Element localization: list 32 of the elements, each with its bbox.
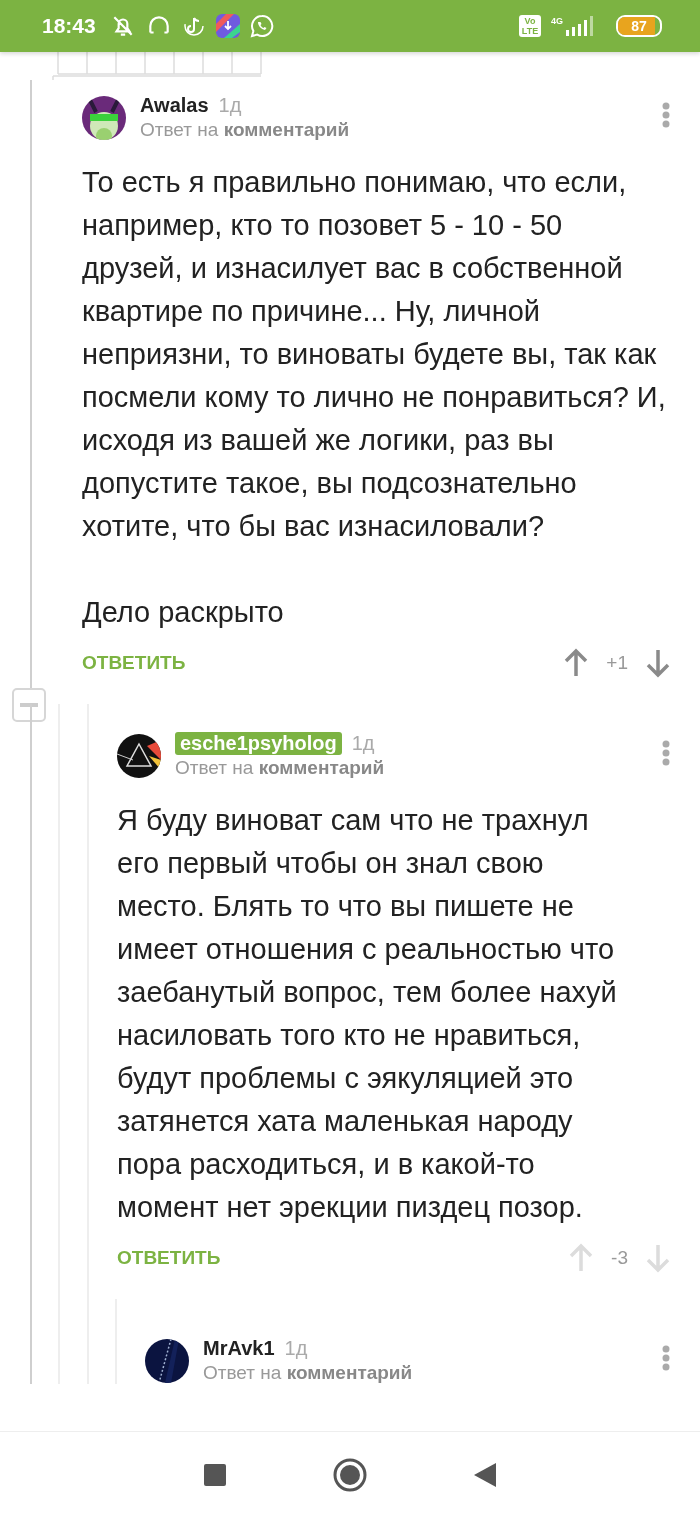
volte-indicator: Vo LTE xyxy=(519,15,541,37)
reply-button[interactable]: ОТВЕТИТЬ xyxy=(82,652,186,674)
reply-button[interactable]: ОТВЕТИТЬ xyxy=(117,1247,221,1269)
comment-time: 1д xyxy=(284,1337,308,1360)
comment-text: Я буду виноват сам что не трахнул его первый чтобы он знал свою место. Блять то что вы пишете не имеет отношения с реальностью что заебанутый вопрос, тем более нахуй насиловать того кто не нравиться, будут проблемы с эякуляцией это затянется хата маленькая народу пора расходиться, и в какой-то момент нет эрекции пиздец позор. xyxy=(117,803,617,1225)
more-options-icon[interactable] xyxy=(662,1345,670,1371)
more-options-icon[interactable] xyxy=(662,102,670,128)
comment-time: 1д xyxy=(218,94,242,117)
downvote-icon[interactable] xyxy=(646,648,670,678)
home-icon[interactable] xyxy=(333,1457,367,1492)
app-icon xyxy=(215,14,240,38)
collapse-button[interactable] xyxy=(12,688,46,722)
comment-score: +1 xyxy=(606,652,628,674)
more-options-icon[interactable] xyxy=(662,740,670,766)
reply-to-link[interactable]: Ответ на комментарий xyxy=(175,757,648,779)
author-name[interactable]: MrAvk1 xyxy=(203,1337,275,1360)
upvote-icon[interactable] xyxy=(564,648,589,678)
comment-score: -3 xyxy=(611,1247,628,1269)
signal-icon xyxy=(564,16,594,36)
back-icon[interactable] xyxy=(474,1462,497,1487)
comment-time: 1д xyxy=(351,732,375,755)
comment-text: То есть я правильно понимаю, что если, например, кто то позовет 5 - 10 - 50 друзей, и изнасилует вас в собственной квартире по причине... Ну, личной неприязни, то виноваты будете вы, так как посмели кому то лично не понравиться? И, исходя из вашей же логики, раз вы допустите такое, вы подсознательно хотите, что бы вас изнасиловали? xyxy=(82,165,667,544)
reply-to-link[interactable]: Ответ на комментарий xyxy=(140,119,648,141)
whatsapp-icon xyxy=(249,14,274,38)
clock: 18:43 xyxy=(42,14,96,38)
author-name[interactable]: esche1psyholog xyxy=(175,732,342,755)
comment-text: Дело раскрыто xyxy=(82,595,285,630)
recents-icon[interactable] xyxy=(203,1463,226,1486)
author-name[interactable]: Awalas xyxy=(140,94,209,117)
reply-to-link[interactable]: Ответ на комментарий xyxy=(203,1362,648,1384)
battery-percent: 87 xyxy=(631,18,647,34)
network-type: 4G xyxy=(551,16,563,26)
